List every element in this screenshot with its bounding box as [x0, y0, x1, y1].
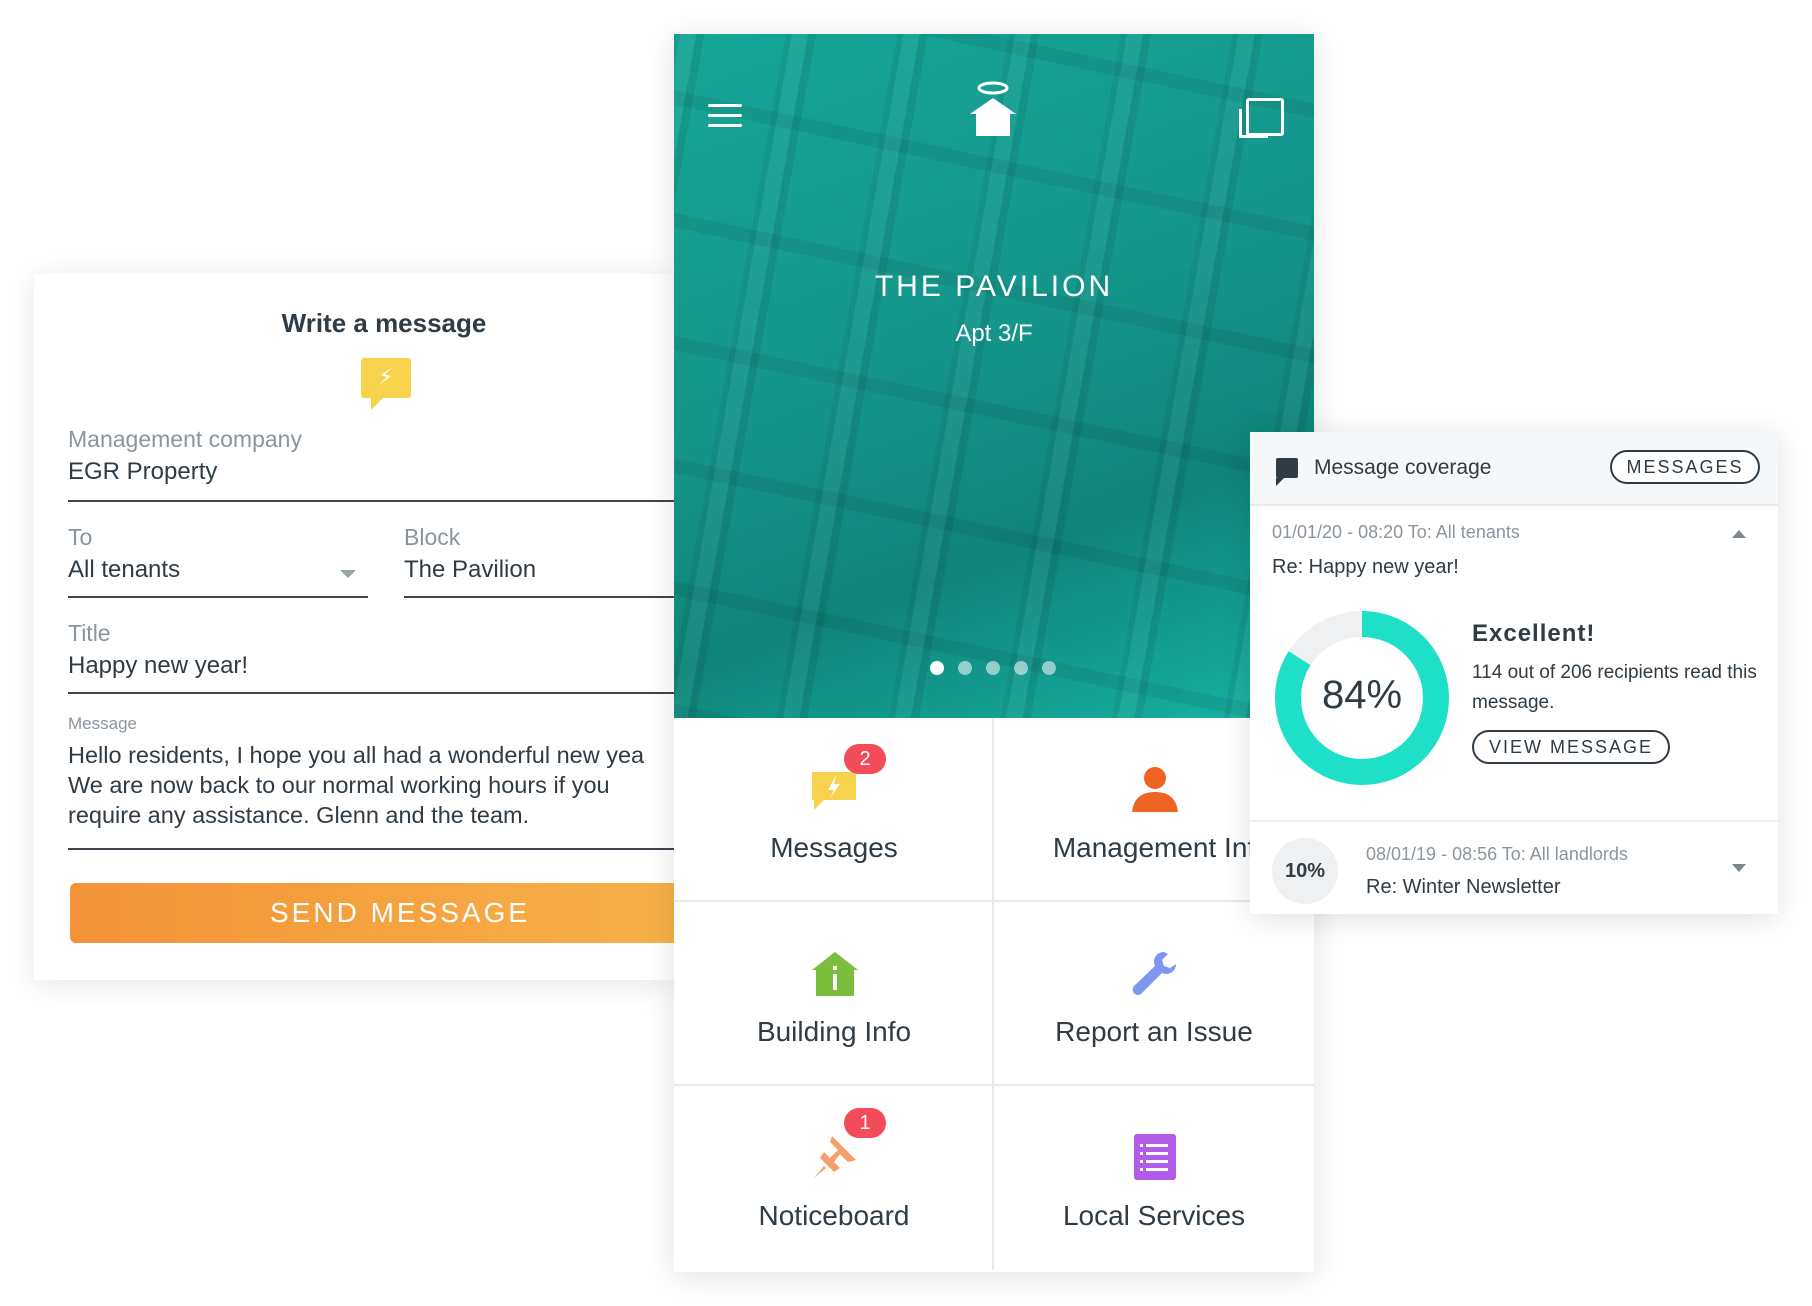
- message-coverage-card: Message coverage MESSAGES 01/01/20 - 08:…: [1250, 432, 1778, 914]
- management-value[interactable]: EGR Property: [68, 458, 217, 486]
- tile-local-services[interactable]: Local Services: [994, 1086, 1314, 1270]
- tile-messages[interactable]: 2 Messages: [674, 718, 994, 902]
- carousel-dot[interactable]: [930, 661, 944, 675]
- tile-building-info[interactable]: Building Info: [674, 902, 994, 1086]
- tile-label: Noticeboard: [758, 1200, 910, 1231]
- chevron-down-icon[interactable]: [340, 570, 356, 578]
- message-meta: 08/01/19 - 08:56 To: All landlords: [1366, 844, 1628, 864]
- block-label: Block: [404, 524, 461, 550]
- send-message-button[interactable]: SEND MESSAGE: [70, 883, 730, 943]
- to-label: To: [68, 524, 93, 550]
- angel-house-logo-icon: [970, 81, 1016, 136]
- coverage-description: 114 out of 206 recipients read this mess…: [1472, 662, 1757, 713]
- tile-label: Building Info: [756, 1016, 912, 1047]
- tile-label: Messages: [770, 832, 898, 863]
- tile-noticeboard[interactable]: 1 Noticeboard: [674, 1086, 994, 1270]
- house-info-icon: [812, 952, 858, 996]
- coverage-percent: 84%: [1321, 673, 1403, 717]
- coverage-percent-small: 10%: [1272, 838, 1338, 904]
- message-flag-icon: [1276, 458, 1298, 486]
- message-bolt-icon: ⚡: [361, 358, 411, 410]
- message-subject[interactable]: Re: Winter Newsletter: [1366, 876, 1561, 899]
- message-label: Message: [68, 714, 137, 733]
- messages-badge: 2: [844, 744, 886, 774]
- apartment-label: Apt 3/F: [955, 320, 1033, 347]
- title-input[interactable]: Happy new year!: [68, 652, 248, 680]
- to-select[interactable]: All tenants: [68, 556, 180, 584]
- carousel-dot[interactable]: [958, 661, 972, 675]
- message-underline: [68, 848, 708, 850]
- coverage-header: Message coverage MESSAGES: [1250, 432, 1778, 506]
- expand-icon[interactable]: [1732, 864, 1746, 872]
- pin-icon: [814, 1136, 856, 1178]
- coverage-rating: Excellent!: [1472, 620, 1596, 647]
- messages-button[interactable]: MESSAGES: [1610, 450, 1760, 484]
- carousel-dots[interactable]: [930, 661, 1070, 680]
- title-label: Title: [68, 620, 111, 646]
- management-underline: [68, 500, 708, 502]
- building-hero-image[interactable]: THE PAVILION Apt 3/F: [674, 34, 1314, 718]
- compose-card: Write a message ⚡ Management company EGR…: [34, 274, 730, 980]
- tile-label: Report an Issue: [1055, 1016, 1253, 1047]
- phone-app: THE PAVILION Apt 3/F 2 Messages Manageme…: [674, 34, 1314, 1272]
- building-name: THE PAVILION: [874, 270, 1114, 303]
- message-subject[interactable]: Re: Happy new year!: [1272, 556, 1459, 579]
- coverage-title: Message coverage: [1314, 456, 1492, 479]
- tile-label: Local Services: [1062, 1200, 1246, 1231]
- block-value[interactable]: The Pavilion: [404, 556, 536, 584]
- carousel-dot[interactable]: [1042, 661, 1056, 675]
- block-underline: [404, 596, 708, 598]
- collapse-icon[interactable]: [1732, 530, 1746, 538]
- list-icon: [1134, 1134, 1176, 1180]
- tile-report-issue[interactable]: Report an Issue: [994, 902, 1314, 1086]
- message-meta: 01/01/20 - 08:20 To: All tenants: [1272, 522, 1520, 542]
- message-line: Hello residents, I hope you all had a wo…: [68, 742, 645, 768]
- title-underline: [68, 692, 708, 694]
- gallery-icon[interactable]: [1239, 98, 1284, 138]
- to-underline: [68, 596, 368, 598]
- management-label: Management company: [68, 426, 302, 452]
- wrench-icon: [1132, 952, 1176, 996]
- carousel-dot[interactable]: [1014, 661, 1028, 675]
- view-message-button[interactable]: VIEW MESSAGE: [1472, 730, 1670, 764]
- message-line: We are now back to our normal working ho…: [68, 772, 610, 798]
- compose-title: Write a message: [281, 308, 487, 338]
- menu-icon[interactable]: [708, 104, 742, 134]
- message-line: require any assistance. Glenn and the te…: [68, 802, 530, 828]
- item-divider: [1250, 820, 1778, 822]
- noticeboard-badge: 1: [844, 1108, 886, 1138]
- person-icon: [1132, 767, 1178, 812]
- message-textarea[interactable]: Hello residents, I hope you all had a wo…: [68, 740, 728, 830]
- carousel-dot[interactable]: [986, 661, 1000, 675]
